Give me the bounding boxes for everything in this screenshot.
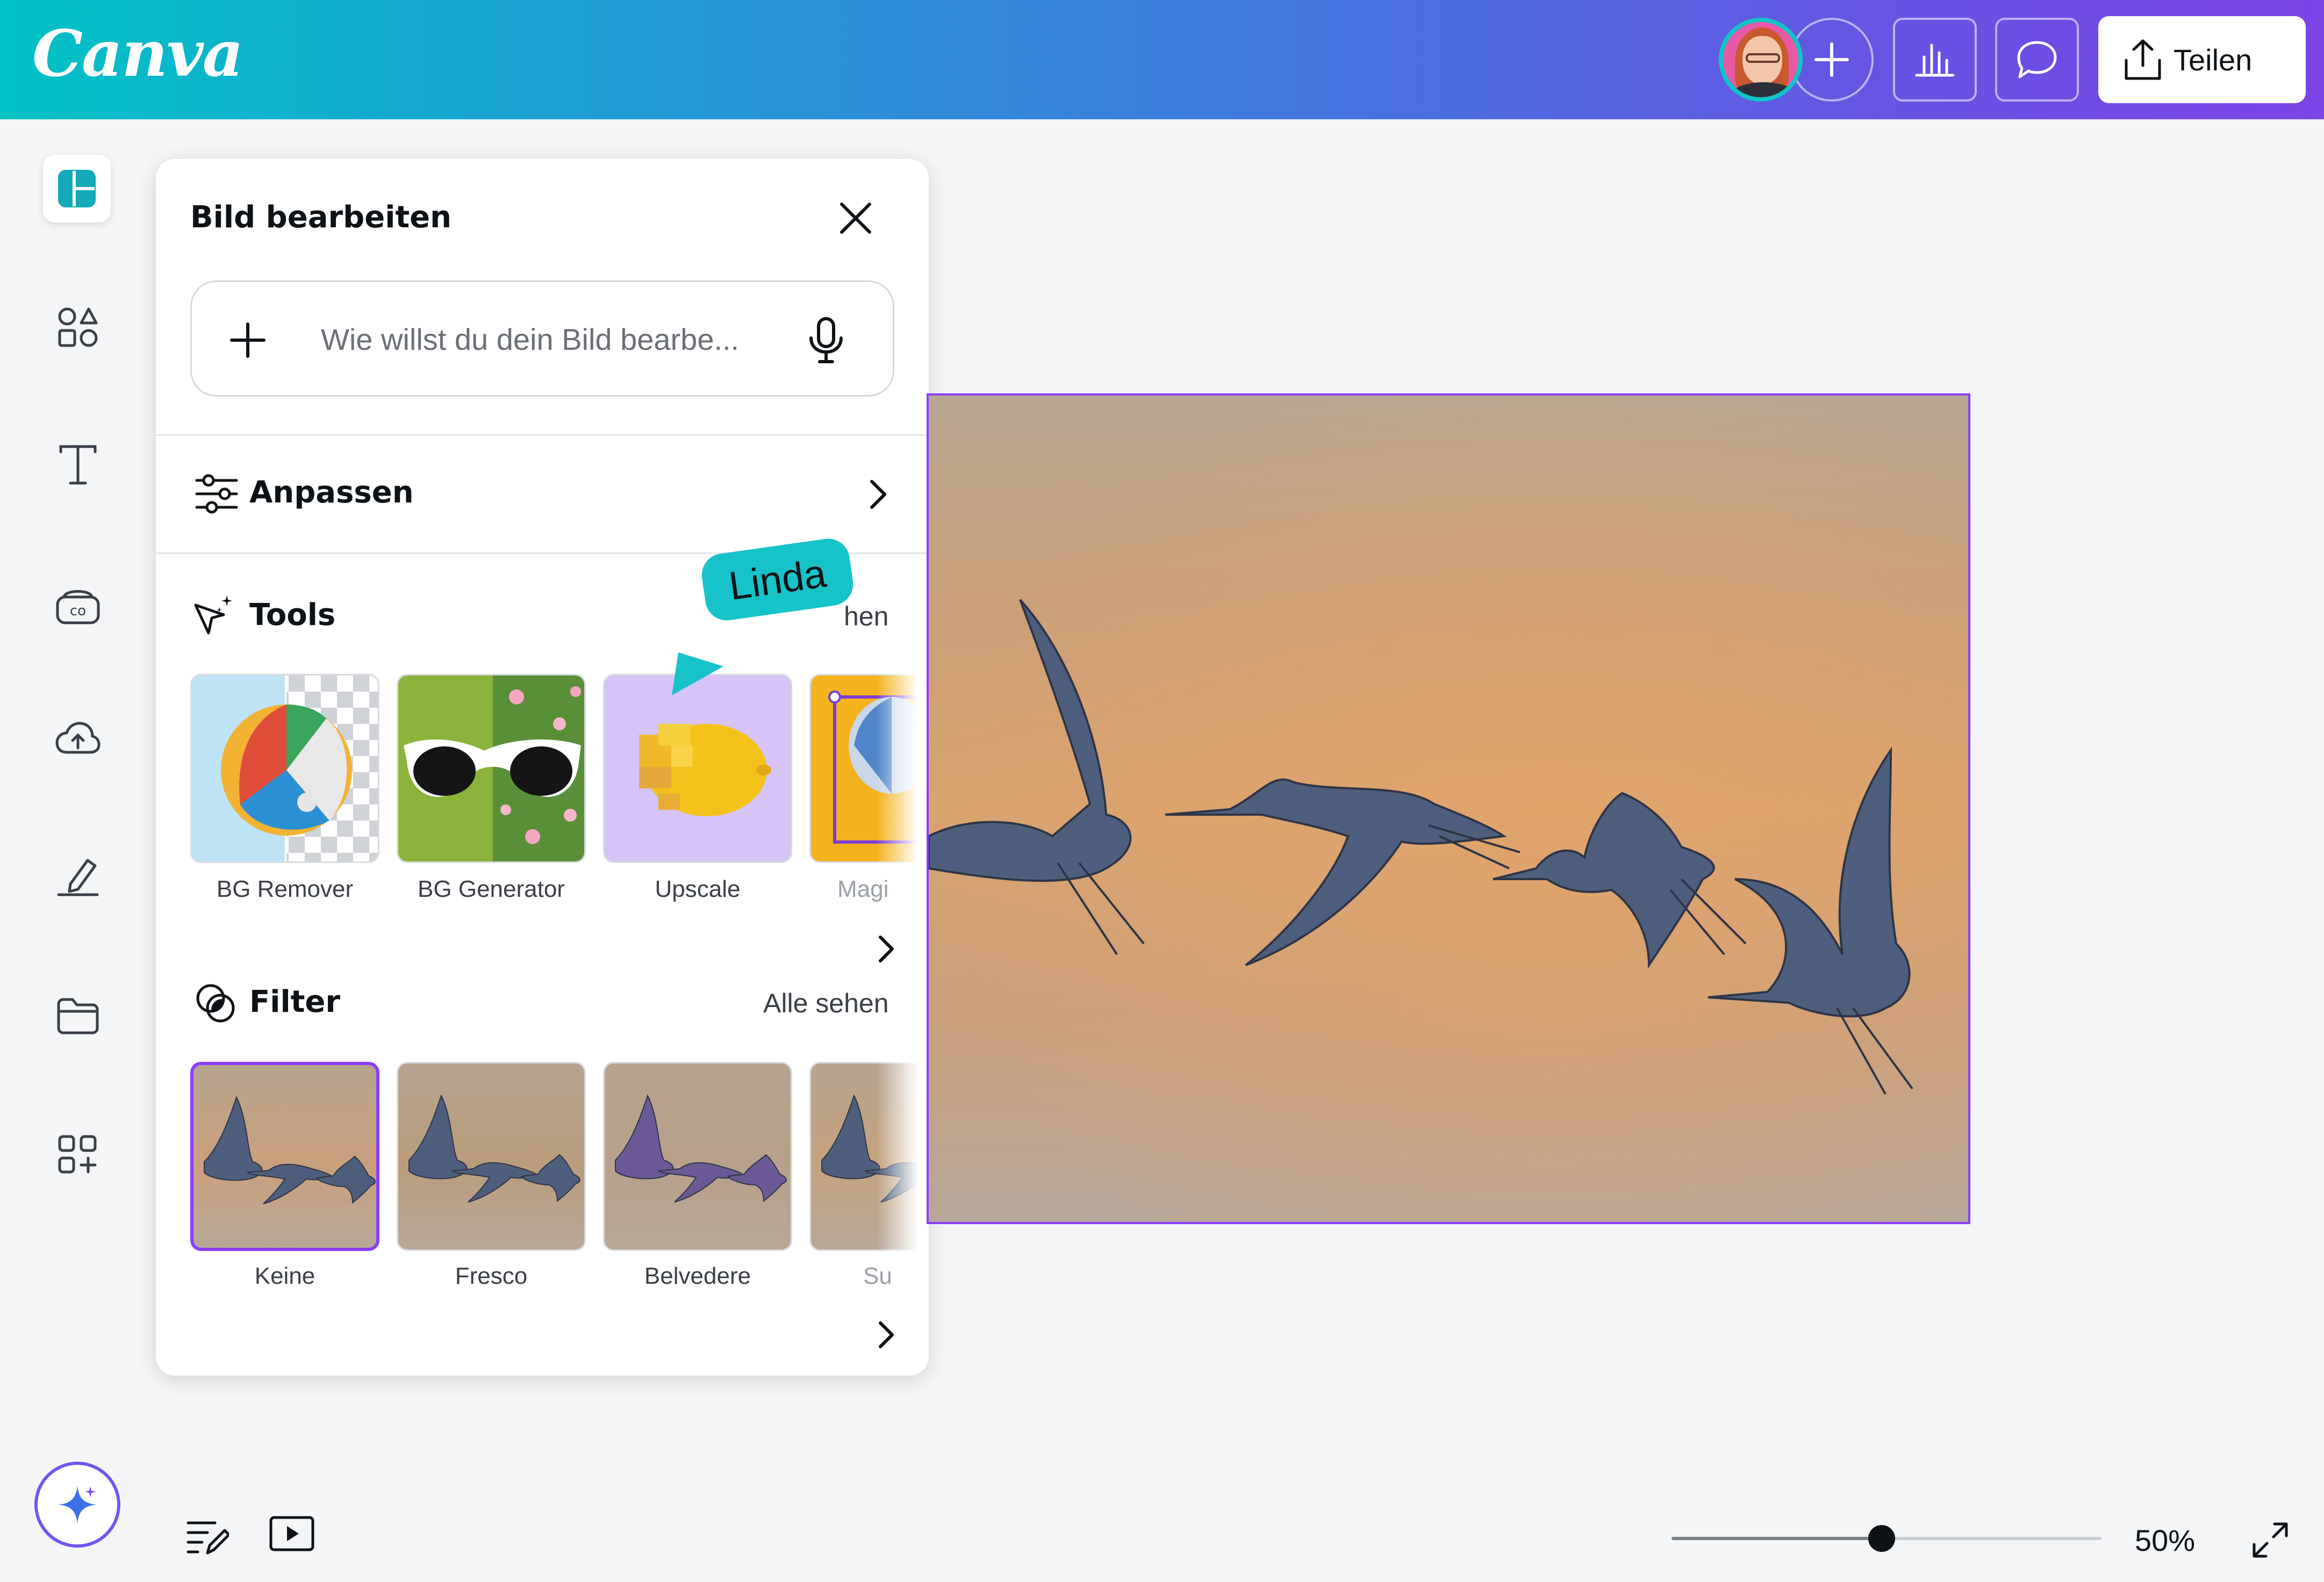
sunglasses-image [398, 675, 584, 861]
magic-assistant-button[interactable] [34, 1462, 120, 1548]
divider [156, 434, 929, 436]
sliders-icon [195, 474, 238, 514]
collaborator-cursor-icon [672, 652, 723, 695]
tool-label: Upscale [655, 876, 741, 902]
fullscreen-expand-icon[interactable] [2251, 1521, 2290, 1559]
zoom-slider-handle[interactable] [1868, 1525, 1895, 1552]
rail-apps-button[interactable] [49, 1126, 106, 1183]
tools-label: Tools [249, 598, 336, 632]
filter-circles-icon [196, 984, 235, 1023]
filter-label: Filter [249, 984, 341, 1019]
share-label: Teilen [2174, 42, 2253, 77]
chevron-right-icon[interactable] [865, 927, 908, 970]
rail-projects-button[interactable] [49, 988, 106, 1045]
adjust-label: Anpassen [249, 475, 414, 510]
panel-title: Bild bearbeiten [190, 200, 452, 235]
zoom-slider-fill [1672, 1537, 1881, 1540]
adjust-row[interactable]: Anpassen [156, 436, 929, 551]
present-play-icon[interactable] [269, 1515, 315, 1553]
lemon-image [639, 724, 771, 816]
plus-icon [1814, 42, 1849, 77]
rail-text-button[interactable] [49, 436, 106, 493]
user-avatar[interactable] [1719, 18, 1803, 102]
plus-icon[interactable] [227, 320, 268, 361]
cloud-upload-icon [55, 722, 101, 754]
egrets-photo [929, 396, 1968, 1222]
bar-chart-icon [1915, 44, 1955, 77]
folder-icon [57, 998, 99, 1034]
rail-draw-button[interactable] [49, 849, 106, 906]
rail-brand-button[interactable]: co [49, 576, 106, 633]
filter-fresco[interactable] [397, 1062, 586, 1251]
ai-edit-prompt-field[interactable]: Wie willst du dein Bild bearbe... [190, 281, 894, 397]
filter-keine[interactable] [190, 1062, 379, 1251]
tools-see-all[interactable]: hen [844, 601, 888, 632]
filter-label: Su [863, 1263, 892, 1289]
text-icon [59, 445, 97, 485]
magic-wand-icon [194, 595, 232, 635]
prompt-placeholder: Wie willst du dein Bild bearbe... [321, 322, 740, 356]
zoom-level[interactable]: 50% [2135, 1523, 2195, 1558]
top-bar: Canva Teilen [0, 0, 2324, 119]
filter-label: Keine [254, 1263, 315, 1289]
brand-kit-icon: co [56, 590, 100, 624]
tool-bg-generator[interactable] [397, 674, 586, 863]
tool-label: Magi [837, 876, 889, 902]
tool-upscale[interactable] [603, 674, 792, 863]
upload-share-icon [2125, 39, 2161, 80]
share-button[interactable]: Teilen [2098, 16, 2306, 103]
design-layout-icon [58, 170, 96, 207]
chevron-right-icon [870, 480, 886, 509]
elements-shapes-icon [58, 307, 98, 347]
close-icon[interactable] [834, 197, 877, 240]
notes-icon[interactable] [186, 1515, 229, 1558]
rail-elements-button[interactable] [49, 299, 106, 356]
filter-belvedere[interactable] [603, 1062, 792, 1251]
filters-fade [876, 1062, 929, 1251]
tool-label: BG Generator [418, 876, 565, 902]
tool-bg-remover[interactable] [190, 674, 379, 863]
tool-label: BG Remover [216, 876, 354, 902]
rail-design-button[interactable] [43, 155, 111, 222]
draw-pen-icon [57, 859, 99, 896]
filter-label: Belvedere [644, 1263, 751, 1289]
rail-uploads-button[interactable] [49, 710, 106, 767]
tools-fade [876, 674, 929, 863]
apps-grid-icon [58, 1135, 97, 1174]
comment-icon [2017, 41, 2057, 78]
microphone-icon[interactable] [805, 317, 848, 364]
sparkle-icon [58, 1485, 97, 1524]
beach-ball-image [221, 675, 378, 861]
edit-image-panel: Bild bearbeiten Wie willst du dein Bild … [156, 159, 929, 1376]
comments-button[interactable] [1995, 18, 2079, 102]
insights-button[interactable] [1893, 18, 1977, 102]
svg-text:co: co [70, 603, 86, 619]
filters-see-all[interactable]: Alle sehen [763, 988, 889, 1019]
filter-label: Fresco [455, 1263, 528, 1289]
canvas-photo[interactable] [929, 396, 1968, 1222]
chevron-right-icon[interactable] [865, 1313, 908, 1356]
canva-logo[interactable]: Canva [32, 16, 243, 91]
